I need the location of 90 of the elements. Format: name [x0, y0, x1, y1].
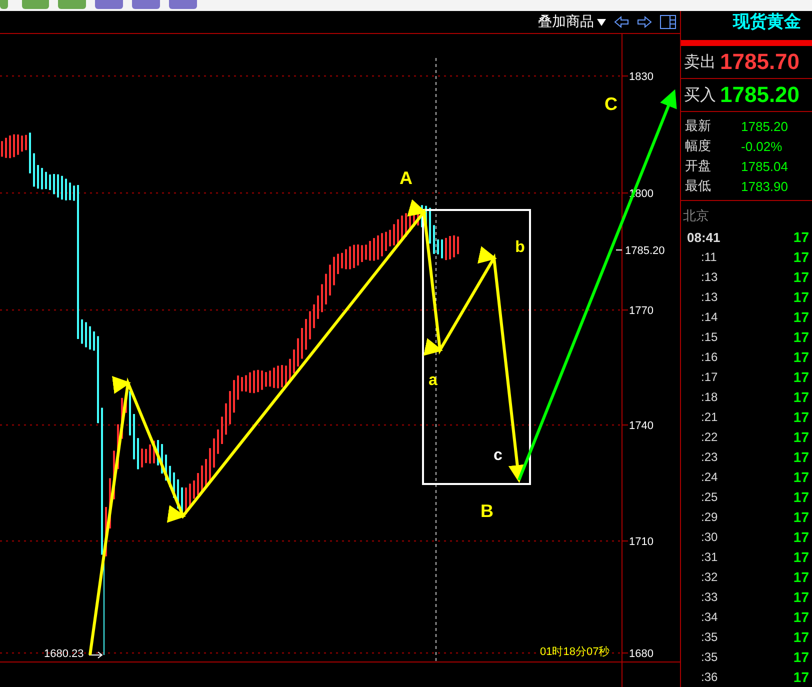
tick-price: 17: [793, 289, 809, 305]
toolbar-icon[interactable]: [58, 0, 86, 9]
buy-price: 1785.20: [720, 82, 800, 108]
price-axis-label: 1680: [629, 648, 654, 660]
instrument-title: 现货黄金: [732, 11, 802, 34]
wave-label: A: [400, 168, 412, 188]
tick-price: 17: [793, 229, 809, 245]
tick-price: 17: [793, 409, 809, 425]
stat-label: 幅度: [685, 137, 712, 155]
tick-price: 17: [793, 349, 809, 365]
tick-price: 17: [793, 609, 809, 625]
tick-time: :11: [700, 250, 717, 264]
tick-price: 17: [793, 489, 809, 505]
tick-time: :35: [700, 630, 718, 644]
toolbar-icon[interactable]: [0, 0, 8, 9]
tick-price: 17: [793, 509, 809, 525]
tick-price: 17: [793, 589, 809, 605]
tick-time: :22: [700, 430, 718, 444]
wave-label: a: [428, 372, 438, 389]
wave-label: B: [480, 501, 494, 521]
price-axis-label: 1830: [629, 71, 654, 83]
axis-tick: [622, 652, 628, 654]
tick-time: :13: [700, 270, 718, 284]
stat-value: -0.02%: [741, 138, 782, 154]
tick-time: :14: [700, 310, 718, 324]
tick-price: 17: [793, 569, 809, 585]
tick-time: :23: [700, 450, 718, 464]
wave-label: b: [515, 239, 525, 256]
tick-price: 17: [793, 549, 809, 565]
tick-time: 08:41: [686, 230, 720, 244]
price-tag: 1785.20: [616, 245, 665, 257]
stat-value: 1785.04: [741, 158, 788, 174]
tick-price: 17: [793, 649, 809, 665]
tick-price: 17: [793, 329, 809, 345]
stat-value: 1783.90: [741, 178, 788, 194]
axis-tick: [622, 540, 628, 542]
tick-time: :29: [700, 510, 718, 524]
price-axis-label: 1710: [629, 536, 654, 548]
tick-time: :36: [700, 670, 718, 684]
tick-price: 17: [793, 269, 809, 285]
axis-tick: [622, 192, 628, 194]
stat-label: 开盘: [685, 157, 712, 175]
overlay-menu[interactable]: 叠加商品: [538, 13, 606, 31]
stat-label: 最低: [685, 177, 712, 195]
price-axis-label: 1770: [629, 305, 654, 317]
tick-time: :35: [700, 650, 718, 664]
caret-icon: [597, 18, 606, 26]
toolbar-icon[interactable]: [95, 0, 123, 9]
right-arrow-icon[interactable]: [637, 16, 652, 28]
tick-time: :25: [700, 490, 718, 504]
toolbar-icon[interactable]: [132, 0, 160, 9]
tick-time: :33: [700, 590, 718, 604]
tick-time: :18: [700, 390, 718, 404]
price-axis-label: 1740: [629, 420, 654, 432]
low-marker-arrow: [88, 652, 103, 658]
tick-time: :30: [700, 530, 718, 544]
tick-time: :16: [700, 350, 718, 364]
tick-price: 17: [793, 309, 809, 325]
tick-time: :31: [700, 550, 718, 564]
toolbar-icon[interactable]: [22, 0, 49, 9]
tick-time: :13: [700, 290, 718, 304]
tick-time: :34: [700, 610, 718, 624]
buy-label: 买入: [684, 86, 716, 106]
sell-price: 1785.70: [720, 49, 800, 75]
sell-label: 卖出: [684, 52, 716, 72]
toolbar-icon[interactable]: [169, 0, 197, 9]
tick-price: 17: [793, 629, 809, 645]
tick-time: :17: [700, 370, 718, 384]
tick-price: 17: [793, 369, 809, 385]
panel-layout-icon[interactable]: [660, 15, 676, 29]
axis-tick: [622, 424, 628, 426]
stat-label: 最新: [685, 117, 712, 135]
tick-time: :15: [700, 330, 718, 344]
tick-price: 17: [793, 429, 809, 445]
countdown-timer: 01时18分07秒: [540, 646, 610, 658]
city-label: 北京: [682, 207, 710, 225]
stat-value: 1785.20: [741, 118, 788, 134]
wave-label: C: [604, 94, 618, 114]
tick-price: 17: [793, 469, 809, 485]
tick-price: 17: [793, 249, 809, 265]
tick-time: :21: [700, 410, 718, 424]
low-price-label: 1680.23: [44, 648, 84, 660]
tick-price: 17: [793, 529, 809, 545]
tick-price: 17: [793, 389, 809, 405]
left-arrow-icon[interactable]: [614, 16, 629, 28]
tick-price: 17: [793, 669, 809, 685]
tick-time: :24: [700, 470, 718, 484]
tick-time: :32: [700, 570, 718, 584]
wave-label: c: [494, 447, 502, 464]
tick-price: 17: [793, 449, 809, 465]
